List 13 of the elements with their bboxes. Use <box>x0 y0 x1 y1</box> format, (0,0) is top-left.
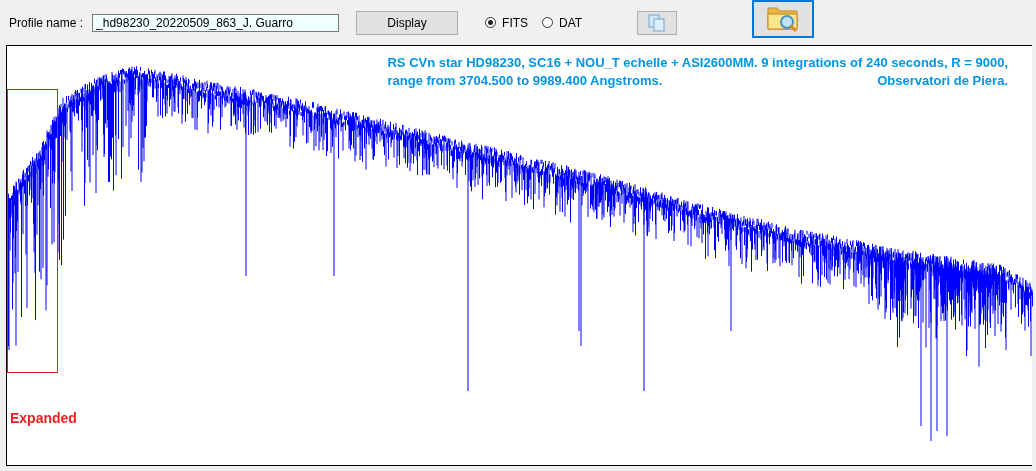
format-radio[interactable]: FITS <box>485 15 529 30</box>
browse-button[interactable] <box>752 0 815 38</box>
profile-name-field[interactable]: _hd98230_20220509_863_J. Guarro <box>92 13 340 32</box>
expanded-label: Expanded <box>10 410 77 426</box>
plot-range: range from 3704.500 to 9989.400 Angstroms. <box>387 72 663 90</box>
format-radio[interactable]: DAT <box>542 15 583 30</box>
plot-credit: Observatori de Piera. <box>877 72 1008 90</box>
copy-icon <box>648 13 667 32</box>
profile-name-label: Profile name : <box>9 15 84 30</box>
display-button[interactable]: Display <box>356 10 459 35</box>
copy-button[interactable] <box>637 10 678 35</box>
plot-title: RS CVn star HD98230, SC16 + NOU_T echelle + ASI2600MM. 9 integrations of 240 seconds, R = 9000, <box>387 54 1008 72</box>
folder-search-icon <box>767 4 800 34</box>
